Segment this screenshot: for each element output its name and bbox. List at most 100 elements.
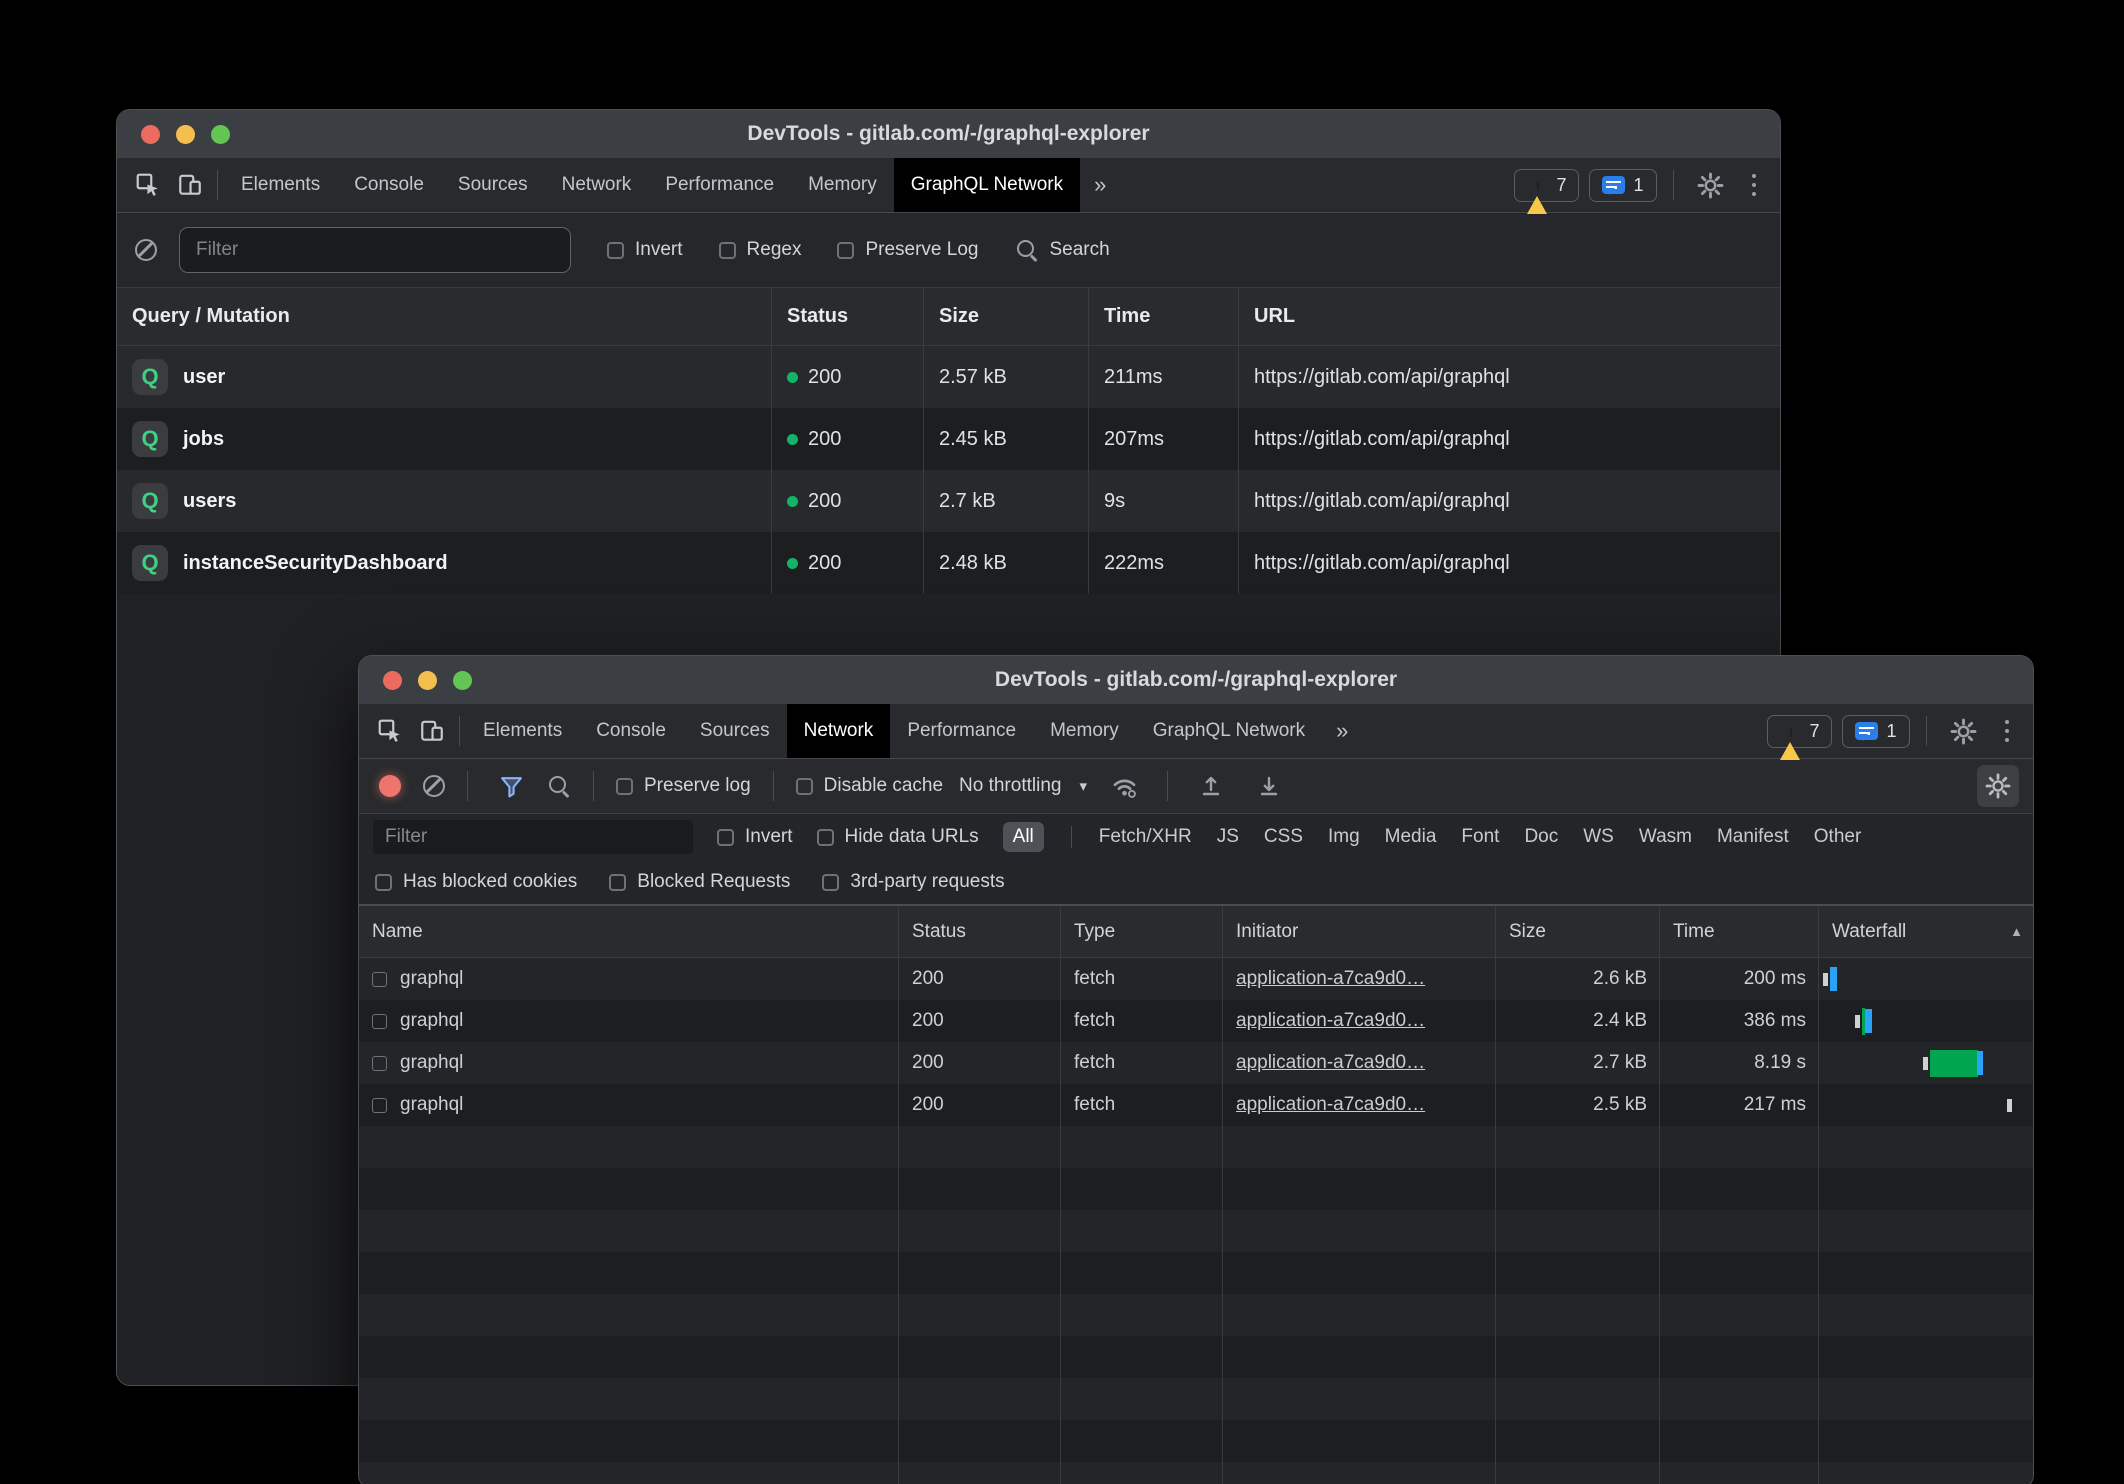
row-checkbox[interactable] xyxy=(372,1098,387,1113)
more-tabs-chevron[interactable]: » xyxy=(1322,718,1362,744)
preserve-log-checkbox[interactable] xyxy=(616,778,633,795)
initiator-link[interactable]: application-a7ca9d0… xyxy=(1236,968,1425,990)
clear-network-log-icon[interactable] xyxy=(423,775,445,797)
request-row[interactable]: graphql 200 fetch application-a7ca9d0… 2… xyxy=(359,958,2033,1000)
tab-performance[interactable]: Performance xyxy=(648,158,791,212)
initiator-link[interactable]: application-a7ca9d0… xyxy=(1236,1052,1425,1074)
third-party-requests-checkbox[interactable] xyxy=(822,874,839,891)
waterfall-bar[interactable] xyxy=(1819,958,2033,1000)
table-row[interactable]: Quser 200 2.57 kB 211ms https://gitlab.c… xyxy=(117,346,1780,408)
column-header-status[interactable]: Status xyxy=(772,288,924,345)
type-filter-doc[interactable]: Doc xyxy=(1524,826,1558,848)
more-options-menu[interactable] xyxy=(1995,720,2020,743)
clear-icon[interactable] xyxy=(135,239,157,261)
waterfall-bar[interactable] xyxy=(1819,1000,2033,1042)
column-header-initiator[interactable]: Initiator xyxy=(1223,906,1496,957)
device-toolbar-button[interactable] xyxy=(169,164,211,206)
column-header-time[interactable]: Time xyxy=(1089,288,1239,345)
type-filter-img[interactable]: Img xyxy=(1328,826,1360,848)
tab-memory[interactable]: Memory xyxy=(1033,704,1136,758)
row-checkbox[interactable] xyxy=(372,1056,387,1071)
network-filter-input[interactable] xyxy=(373,820,693,854)
invert-checkbox[interactable] xyxy=(607,242,624,259)
regex-checkbox-group[interactable]: Regex xyxy=(719,239,802,261)
invert-checkbox-group[interactable]: Invert xyxy=(717,826,793,848)
request-row[interactable]: graphql 200 fetch application-a7ca9d0… 2… xyxy=(359,1084,2033,1126)
issues-badge[interactable]: 1 xyxy=(1589,169,1656,202)
blocked-requests-checkbox-group[interactable]: Blocked Requests xyxy=(609,871,790,893)
preserve-log-checkbox[interactable] xyxy=(837,242,854,259)
tab-sources[interactable]: Sources xyxy=(683,704,787,758)
table-row[interactable]: Qusers 200 2.7 kB 9s https://gitlab.com/… xyxy=(117,470,1780,532)
network-settings-button[interactable] xyxy=(1977,765,2019,807)
throttling-dropdown[interactable]: No throttling ▾ xyxy=(959,775,1087,797)
settings-button[interactable] xyxy=(1943,710,1985,752)
disable-cache-checkbox-group[interactable]: Disable cache xyxy=(796,775,943,797)
tab-elements[interactable]: Elements xyxy=(224,158,337,212)
type-filter-ws[interactable]: WS xyxy=(1583,826,1614,848)
initiator-link[interactable]: application-a7ca9d0… xyxy=(1236,1094,1425,1116)
tab-elements[interactable]: Elements xyxy=(466,704,579,758)
inspect-element-button[interactable] xyxy=(369,710,411,752)
column-header-size[interactable]: Size xyxy=(924,288,1089,345)
titlebar[interactable]: DevTools - gitlab.com/-/graphql-explorer xyxy=(359,656,2033,704)
tab-sources[interactable]: Sources xyxy=(441,158,545,212)
more-options-menu[interactable] xyxy=(1742,174,1767,197)
column-header-type[interactable]: Type xyxy=(1061,906,1223,957)
third-party-requests-checkbox-group[interactable]: 3rd-party requests xyxy=(822,871,1004,893)
warnings-badge[interactable]: ! 7 xyxy=(1514,169,1579,202)
filter-input[interactable] xyxy=(179,227,571,273)
waterfall-bar[interactable] xyxy=(1819,1084,2033,1126)
column-header-query-mutation[interactable]: Query / Mutation xyxy=(117,288,772,345)
type-filter-manifest[interactable]: Manifest xyxy=(1717,826,1789,848)
has-blocked-cookies-checkbox[interactable] xyxy=(375,874,392,891)
tab-graphql-network[interactable]: GraphQL Network xyxy=(1136,704,1322,758)
type-filter-fetch-xhr[interactable]: Fetch/XHR xyxy=(1099,826,1192,848)
has-blocked-cookies-checkbox-group[interactable]: Has blocked cookies xyxy=(375,871,577,893)
column-header-time[interactable]: Time xyxy=(1660,906,1819,957)
invert-checkbox-group[interactable]: Invert xyxy=(607,239,683,261)
export-har-button[interactable] xyxy=(1248,765,1290,807)
type-filter-media[interactable]: Media xyxy=(1385,826,1437,848)
waterfall-bar[interactable] xyxy=(1819,1042,2033,1084)
type-filter-css[interactable]: CSS xyxy=(1264,826,1303,848)
tab-performance[interactable]: Performance xyxy=(890,704,1033,758)
issues-badge[interactable]: 1 xyxy=(1842,715,1909,748)
type-filter-js[interactable]: JS xyxy=(1217,826,1239,848)
import-har-button[interactable] xyxy=(1190,765,1232,807)
sort-ascending-icon[interactable]: ▲ xyxy=(2010,924,2033,939)
search-network-icon[interactable] xyxy=(548,775,571,798)
row-checkbox[interactable] xyxy=(372,972,387,987)
type-filter-other[interactable]: Other xyxy=(1814,826,1862,848)
tab-network[interactable]: Network xyxy=(545,158,649,212)
hide-data-urls-checkbox[interactable] xyxy=(817,829,834,846)
tab-console[interactable]: Console xyxy=(579,704,683,758)
tab-console[interactable]: Console xyxy=(337,158,441,212)
type-filter-font[interactable]: Font xyxy=(1461,826,1499,848)
more-tabs-chevron[interactable]: » xyxy=(1080,172,1120,198)
type-filter-all[interactable]: All xyxy=(1003,822,1044,852)
invert-checkbox[interactable] xyxy=(717,829,734,846)
warnings-badge[interactable]: ! 7 xyxy=(1767,715,1832,748)
table-row[interactable]: QinstanceSecurityDashboard 200 2.48 kB 2… xyxy=(117,532,1780,594)
titlebar[interactable]: DevTools - gitlab.com/-/graphql-explorer xyxy=(117,110,1780,158)
request-row[interactable]: graphql 200 fetch application-a7ca9d0… 2… xyxy=(359,1042,2033,1084)
tab-memory[interactable]: Memory xyxy=(791,158,894,212)
initiator-link[interactable]: application-a7ca9d0… xyxy=(1236,1010,1425,1032)
blocked-requests-checkbox[interactable] xyxy=(609,874,626,891)
tab-network[interactable]: Network xyxy=(787,704,891,758)
column-header-name[interactable]: Name xyxy=(359,906,899,957)
filter-toggle-button[interactable] xyxy=(490,765,532,807)
column-header-status[interactable]: Status xyxy=(899,906,1061,957)
hide-data-urls-checkbox-group[interactable]: Hide data URLs xyxy=(817,826,979,848)
search-control[interactable]: Search xyxy=(1016,239,1109,262)
record-network-log-button[interactable] xyxy=(379,775,401,797)
inspect-element-button[interactable] xyxy=(127,164,169,206)
request-row[interactable]: graphql 200 fetch application-a7ca9d0… 2… xyxy=(359,1000,2033,1042)
settings-button[interactable] xyxy=(1690,164,1732,206)
column-header-waterfall[interactable]: Waterfall ▲ xyxy=(1819,906,2033,957)
row-checkbox[interactable] xyxy=(372,1014,387,1029)
regex-checkbox[interactable] xyxy=(719,242,736,259)
device-toolbar-button[interactable] xyxy=(411,710,453,752)
type-filter-wasm[interactable]: Wasm xyxy=(1639,826,1692,848)
